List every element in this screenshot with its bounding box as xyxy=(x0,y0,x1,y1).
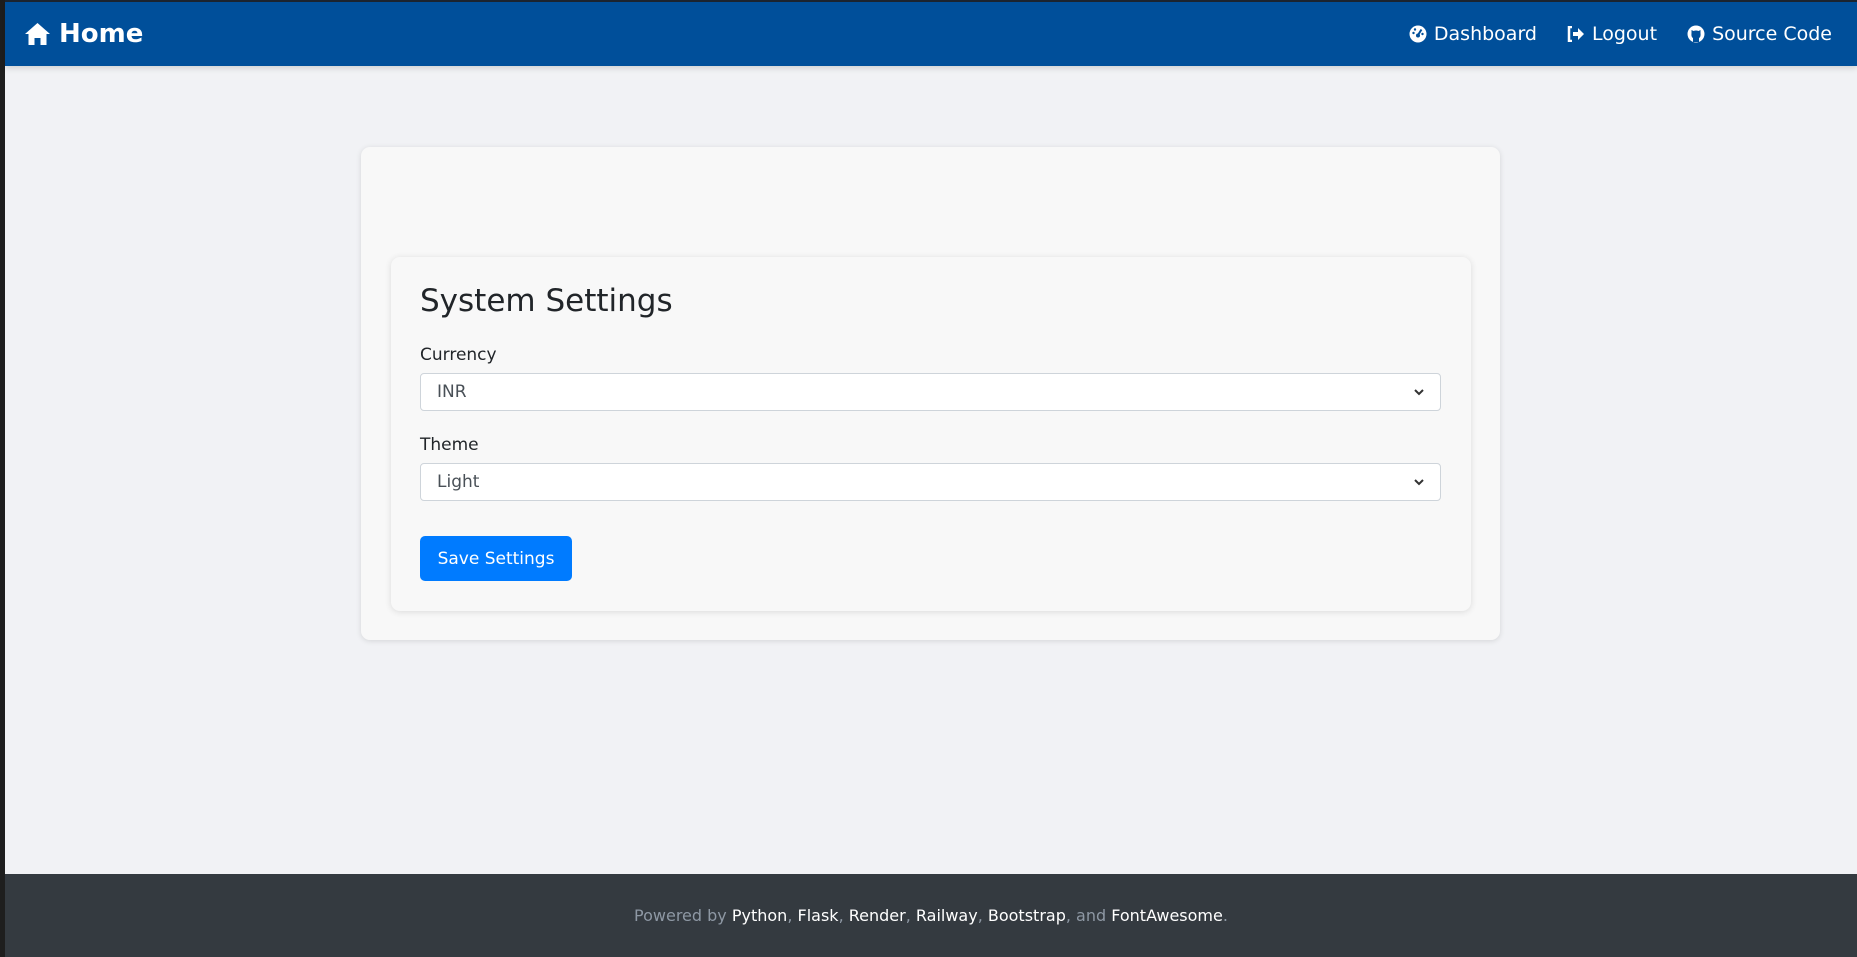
navbar: Home Dashboard Logout Source Code xyxy=(5,0,1857,66)
theme-select[interactable]: Light xyxy=(420,463,1441,501)
page-title: System Settings xyxy=(420,283,673,319)
home-icon xyxy=(25,23,50,45)
save-settings-button[interactable]: Save Settings xyxy=(420,536,572,581)
footer-link-railway[interactable]: Railway xyxy=(916,906,978,925)
currency-select[interactable]: INR xyxy=(420,373,1441,411)
github-icon xyxy=(1687,25,1705,43)
footer: Powered by Python, Flask, Render, Railwa… xyxy=(5,874,1857,957)
footer-prefix: Powered by xyxy=(634,906,727,925)
nav-source-code-label: Source Code xyxy=(1712,23,1832,45)
settings-container: System Settings Currency INR Theme Light… xyxy=(361,147,1500,640)
chevron-down-icon xyxy=(1414,478,1424,485)
window-edge xyxy=(0,0,5,957)
nav-logout-label: Logout xyxy=(1592,23,1658,45)
nav-dashboard-label: Dashboard xyxy=(1433,23,1537,45)
home-link[interactable]: Home xyxy=(24,2,143,66)
footer-link-flask[interactable]: Flask xyxy=(798,906,839,925)
nav-links: Dashboard Logout Source Code xyxy=(1409,2,1832,66)
footer-link-bootstrap[interactable]: Bootstrap xyxy=(988,906,1066,925)
currency-label: Currency xyxy=(420,345,497,365)
nav-logout[interactable]: Logout xyxy=(1567,23,1657,45)
theme-label: Theme xyxy=(420,435,479,455)
settings-card: System Settings Currency INR Theme Light… xyxy=(391,257,1471,611)
currency-value: INR xyxy=(437,382,467,402)
footer-link-fontawesome[interactable]: FontAwesome xyxy=(1111,906,1223,925)
footer-link-python[interactable]: Python xyxy=(732,906,787,925)
dashboard-gauge-icon xyxy=(1409,25,1427,43)
nav-dashboard[interactable]: Dashboard xyxy=(1409,23,1537,45)
chevron-down-icon xyxy=(1414,388,1424,395)
theme-value: Light xyxy=(437,472,480,492)
brand-label: Home xyxy=(59,19,144,49)
footer-link-render[interactable]: Render xyxy=(849,906,906,925)
footer-and: and xyxy=(1076,906,1107,925)
logout-icon xyxy=(1567,26,1584,42)
nav-source-code[interactable]: Source Code xyxy=(1687,23,1832,45)
